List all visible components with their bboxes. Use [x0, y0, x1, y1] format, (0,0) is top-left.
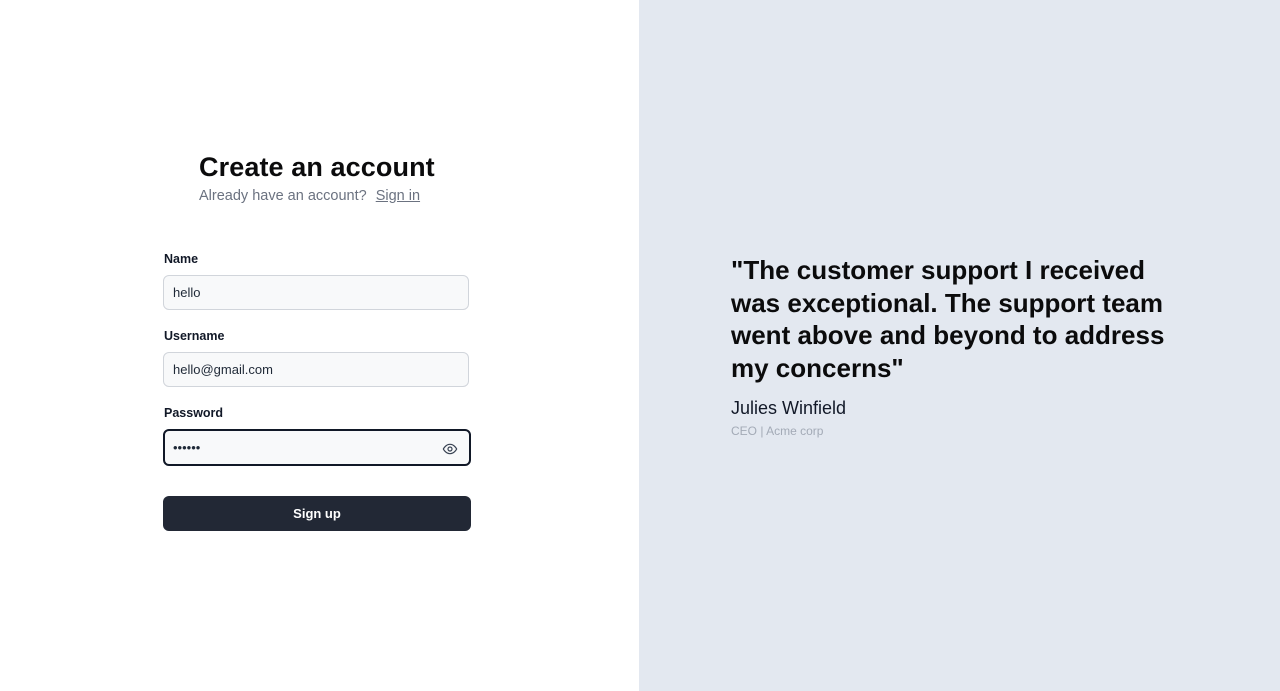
signup-panel: Create an account Already have an accoun…: [0, 0, 639, 691]
signin-link[interactable]: Sign in: [376, 188, 420, 204]
testimonial-role: CEO | Acme corp: [731, 424, 824, 438]
page-title: Create an account: [199, 152, 435, 182]
sign-up-button[interactable]: Sign up: [163, 496, 471, 531]
signup-page: Create an account Already have an accoun…: [0, 0, 1280, 691]
signin-prompt: Already have an account? Sign in: [199, 188, 420, 204]
name-label: Name: [164, 252, 199, 266]
testimonial-author: Julies Winfield: [731, 398, 847, 418]
have-account-text: Already have an account?: [199, 188, 367, 204]
name-field[interactable]: [163, 275, 469, 310]
username-label: Username: [164, 329, 225, 343]
password-label: Password: [164, 406, 224, 420]
username-field[interactable]: [163, 352, 469, 387]
testimonial-quote: "The customer support I received was exc…: [731, 255, 1165, 383]
password-field[interactable]: [163, 429, 471, 466]
show-password-toggle[interactable]: [440, 439, 460, 459]
eye-icon: [442, 441, 458, 457]
